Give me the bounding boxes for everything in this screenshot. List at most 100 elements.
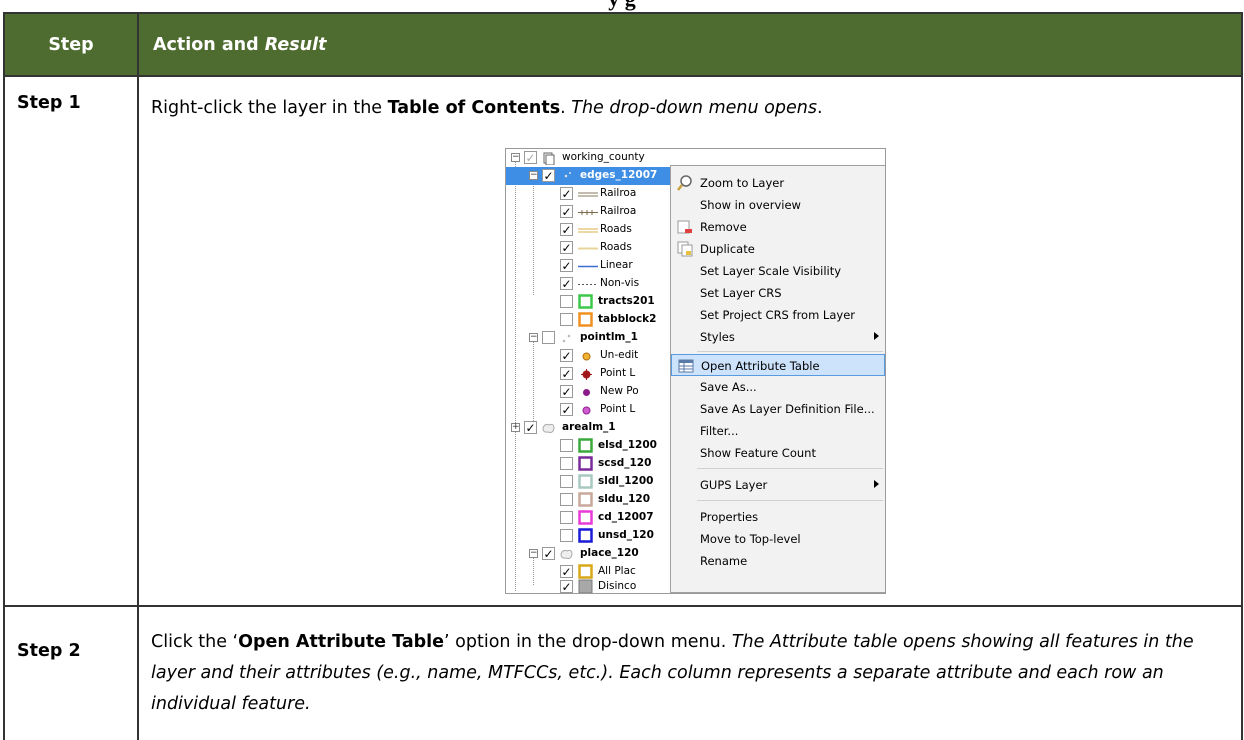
linear-water-symbol-icon [578, 265, 598, 268]
menu-item-filter[interactable]: Filter... [671, 420, 885, 442]
checkbox-icon[interactable]: ✓ [560, 403, 573, 416]
menu-item-show-feature-count[interactable]: Show Feature Count [671, 442, 885, 464]
polygon-symbol-icon [578, 438, 593, 453]
tree-item-label: Disinco [598, 580, 637, 592]
menu-item-move-to-top-level[interactable]: Move to Top-level [671, 528, 885, 550]
menu-item-open-attribute-table[interactable]: Open Attribute Table [671, 354, 885, 376]
point-symbol-icon [582, 406, 591, 415]
submenu-arrow-icon [874, 480, 879, 488]
checkbox-icon[interactable]: ✓ [560, 259, 573, 272]
point-layer-icon [562, 334, 571, 343]
tree-item-label: New Po [600, 385, 639, 397]
tree-item-label: sldu_120 [598, 493, 651, 505]
checkbox-icon[interactable]: ✓ [560, 223, 573, 236]
checkbox-icon[interactable] [560, 313, 573, 326]
checkbox-icon[interactable]: ✓ [560, 349, 573, 362]
step-label: Step 1 [3, 75, 139, 607]
collapse-icon[interactable]: − [529, 171, 538, 180]
tree-item-label: elsd_1200 [598, 439, 657, 451]
tree-item-label: scsd_120 [598, 457, 652, 469]
tree-item-label: tabblock2 [598, 313, 657, 325]
checkbox-icon[interactable] [542, 331, 555, 344]
checkbox-icon[interactable]: ✓ [560, 580, 573, 593]
tree-item-label: Railroa [600, 205, 637, 217]
checkbox-icon[interactable] [560, 457, 573, 470]
menu-item-show-in-overview[interactable]: Show in overview [671, 194, 885, 216]
expand-icon[interactable]: + [511, 423, 520, 432]
polygon-symbol-icon [578, 456, 593, 471]
area-layer-icon [560, 549, 573, 559]
collapse-icon[interactable]: − [511, 153, 520, 162]
checkbox-icon[interactable]: ✓ [560, 205, 573, 218]
checkbox-icon[interactable]: ✓ [560, 367, 573, 380]
table-row: Step 2 Click the ‘Open Attribute Table’ … [3, 605, 1243, 740]
menu-item-styles[interactable]: Styles [671, 326, 885, 348]
checkbox-icon[interactable] [560, 511, 573, 524]
polygon-symbol-icon [578, 474, 593, 489]
checkbox-icon[interactable]: ✓ [542, 547, 555, 560]
menu-separator [697, 351, 883, 352]
tree-item-label: All Plac [598, 565, 636, 577]
point-symbol-icon [583, 389, 590, 396]
menu-item-rename[interactable]: Rename [671, 550, 885, 572]
header-step: Step [3, 12, 139, 77]
checkbox-icon[interactable] [560, 493, 573, 506]
header-action-result: Action and Result [137, 12, 1243, 77]
tree-item-label: Point L [600, 367, 636, 379]
tree-item-label: tracts201 [598, 295, 655, 307]
area-layer-icon [542, 423, 555, 433]
collapse-icon[interactable]: − [529, 549, 538, 558]
road-symbol-icon [578, 228, 598, 233]
tree-item-label: sldl_1200 [598, 475, 654, 487]
menu-item-save-as-layer-definition[interactable]: Save As Layer Definition File... [671, 398, 885, 420]
checkbox-icon[interactable]: ✓ [542, 169, 555, 182]
checkbox-icon[interactable]: ✓ [560, 187, 573, 200]
polygon-symbol-icon [578, 510, 593, 525]
menu-item-gups-layer[interactable]: GUPS Layer [671, 474, 885, 496]
group-icon [543, 152, 555, 165]
polygon-symbol-icon [578, 579, 593, 593]
checkbox-icon[interactable]: ✓ [524, 151, 537, 164]
attribute-table-icon [678, 359, 694, 373]
layer-context-menu-screenshot: − ✓ working_county − ✓ edges_12007 ✓ Rail… [505, 148, 886, 594]
layer-context-menu: Zoom to Layer Show in overview Remove Du… [670, 165, 885, 593]
menu-item-zoom-to-layer[interactable]: Zoom to Layer [671, 172, 885, 194]
menu-item-set-layer-scale-visibility[interactable]: Set Layer Scale Visibility [671, 260, 885, 282]
polygon-symbol-icon [578, 312, 593, 327]
tree-item-label: cd_12007 [598, 511, 654, 523]
point-symbol-icon [581, 369, 592, 380]
checkbox-icon[interactable]: ✓ [560, 385, 573, 398]
road-symbol-icon [578, 247, 598, 250]
tree-item-label: arealm_1 [562, 421, 616, 433]
checkbox-icon[interactable]: ✓ [524, 421, 537, 434]
checkbox-icon[interactable]: ✓ [560, 241, 573, 254]
polygon-symbol-icon [578, 564, 593, 579]
tree-item-label: Point L [600, 403, 636, 415]
railroad-symbol-icon [578, 210, 598, 215]
nonvisible-symbol-icon [578, 284, 598, 285]
tree-item-label: unsd_120 [598, 529, 654, 541]
checkbox-icon[interactable] [560, 295, 573, 308]
tree-item-label: Roads [600, 223, 632, 235]
menu-item-duplicate[interactable]: Duplicate [671, 238, 885, 260]
tree-item-label: Non-vis [600, 277, 640, 289]
menu-item-set-project-crs[interactable]: Set Project CRS from Layer [671, 304, 885, 326]
tree-item-label: Un-edit [600, 349, 639, 361]
zoom-icon [677, 175, 692, 191]
menu-item-set-layer-crs[interactable]: Set Layer CRS [671, 282, 885, 304]
polygon-symbol-icon [578, 528, 593, 543]
table-header-row: Step Action and Result [3, 12, 1243, 77]
checkbox-icon[interactable] [560, 439, 573, 452]
checkbox-icon[interactable] [560, 475, 573, 488]
step-action: Click the ‘Open Attribute Table’ option … [137, 605, 1243, 740]
remove-layer-icon [677, 220, 692, 234]
collapse-icon[interactable]: − [529, 333, 538, 342]
submenu-arrow-icon [874, 332, 879, 340]
checkbox-icon[interactable]: ✓ [560, 565, 573, 578]
menu-item-save-as[interactable]: Save As... [671, 376, 885, 398]
checkbox-icon[interactable] [560, 529, 573, 542]
checkbox-icon[interactable]: ✓ [560, 277, 573, 290]
menu-item-properties[interactable]: Properties [671, 506, 885, 528]
menu-item-remove[interactable]: Remove [671, 216, 885, 238]
tree-item-label: Roads [600, 241, 632, 253]
